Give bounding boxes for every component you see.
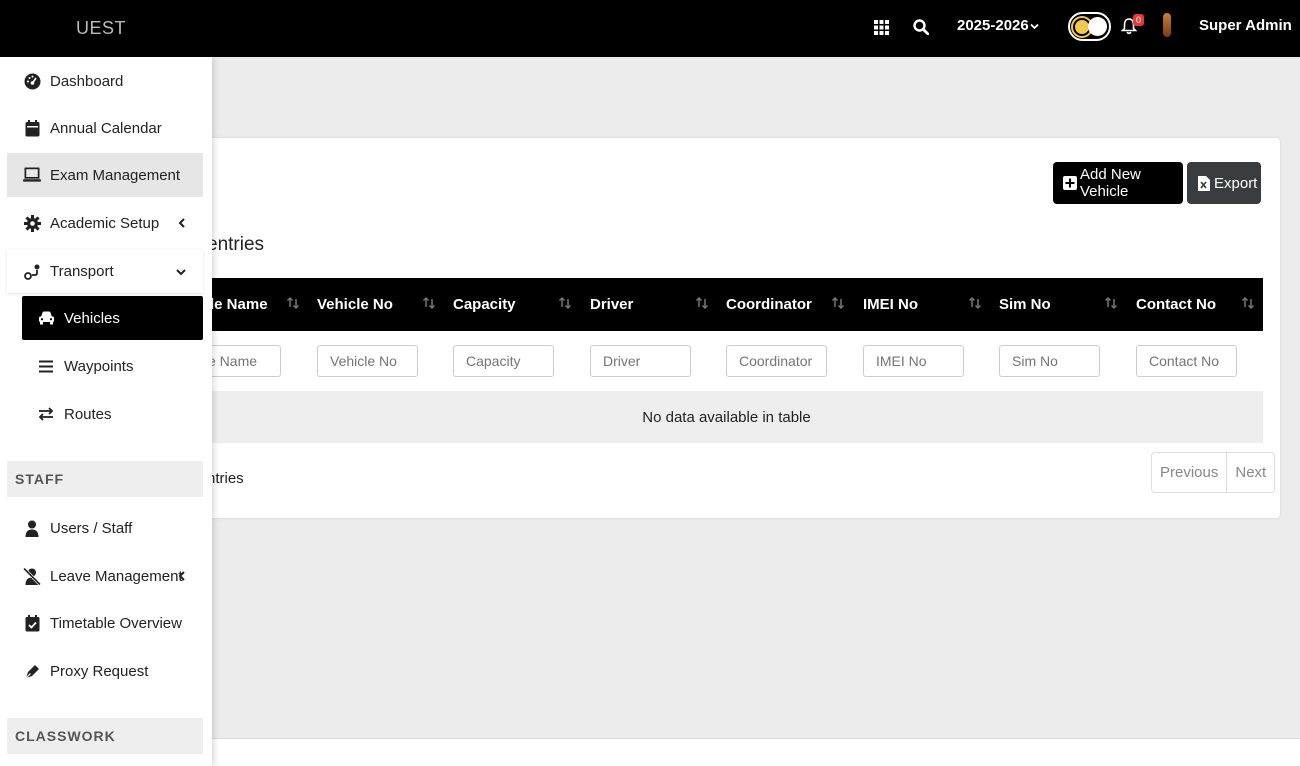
search-icon[interactable] — [911, 17, 931, 37]
sidebar: Dashboard Annual Calendar Exam Managemen… — [0, 57, 212, 766]
sidebar-item-routes[interactable]: Routes — [22, 392, 203, 436]
sort-icon[interactable] — [286, 296, 300, 315]
plus-square-icon — [1063, 176, 1077, 190]
sidebar-item-exam-management[interactable]: Exam Management — [7, 153, 203, 197]
exchange-icon — [37, 405, 55, 423]
vehicles-card: Add New Vehicle Export entries le Name V… — [180, 138, 1280, 518]
filter-driver-input[interactable] — [590, 345, 691, 377]
filter-vehicle-no-input[interactable] — [317, 345, 418, 377]
sort-icon[interactable] — [695, 296, 709, 315]
theme-toggle[interactable] — [1068, 12, 1111, 41]
chevron-left-icon — [177, 569, 187, 586]
filter-sim-no-input[interactable] — [999, 345, 1100, 377]
brand-logo[interactable]: UEST — [0, 0, 212, 57]
apps-grid-icon[interactable] — [871, 17, 891, 37]
empty-table-row: No data available in table — [190, 391, 1263, 443]
user-icon — [23, 519, 41, 537]
pagination: Previous Next — [1151, 452, 1276, 493]
export-button[interactable]: Export — [1187, 162, 1261, 204]
sort-icon[interactable] — [1241, 296, 1255, 315]
add-new-vehicle-button[interactable]: Add New Vehicle — [1053, 162, 1183, 204]
chevron-left-icon — [177, 216, 187, 233]
chevron-down-icon — [175, 264, 187, 281]
sidebar-item-waypoints[interactable]: Waypoints — [22, 344, 203, 388]
next-page-button[interactable]: Next — [1227, 453, 1275, 492]
avatar[interactable] — [1163, 13, 1171, 37]
column-header-driver[interactable]: Driver — [590, 278, 633, 331]
gear-icon — [23, 214, 41, 232]
section-staff: STAFF — [7, 461, 203, 497]
column-header-imei-no[interactable]: IMEI No — [863, 278, 918, 331]
previous-page-button[interactable]: Previous — [1152, 453, 1228, 492]
sidebar-item-vehicles[interactable]: Vehicles — [22, 296, 203, 340]
laptop-icon — [23, 166, 41, 184]
column-header-coordinator[interactable]: Coordinator — [726, 278, 812, 331]
user-slash-icon — [23, 567, 41, 585]
filter-contact-no-input[interactable] — [1136, 345, 1237, 377]
toggle-knob — [1088, 17, 1107, 36]
chevron-down-icon[interactable] — [1029, 19, 1040, 37]
sidebar-item-transport[interactable]: Transport — [7, 249, 203, 293]
sidebar-item-proxy-request[interactable]: Proxy Request — [7, 649, 203, 693]
file-excel-icon — [1197, 175, 1211, 191]
filter-capacity-input[interactable] — [453, 345, 554, 377]
column-header-sim-no[interactable]: Sim No — [999, 278, 1051, 331]
calendar-check-icon — [23, 614, 41, 632]
filter-imei-no-input[interactable] — [863, 345, 964, 377]
column-header-vehicle-name[interactable]: le Name — [210, 278, 268, 331]
section-classwork: CLASSWORK — [7, 718, 203, 754]
column-header-vehicle-no[interactable]: Vehicle No — [317, 278, 393, 331]
car-icon — [37, 309, 55, 327]
sidebar-item-users-staff[interactable]: Users / Staff — [7, 506, 203, 550]
pen-icon — [23, 662, 41, 680]
filter-coordinator-input[interactable] — [726, 345, 827, 377]
sidebar-item-academic-setup[interactable]: Academic Setup — [7, 201, 203, 245]
sidebar-item-leave-management[interactable]: Leave Management — [7, 554, 203, 598]
sidebar-item-dashboard[interactable]: Dashboard — [7, 59, 203, 103]
sort-icon[interactable] — [422, 296, 436, 315]
calendar-icon — [23, 119, 41, 137]
academic-year-select[interactable]: 2025-2026 — [957, 17, 1029, 34]
top-navbar: UEST 2025-2026 0 Super Admin — [0, 0, 1300, 57]
sort-icon[interactable] — [558, 296, 572, 315]
sort-icon[interactable] — [968, 296, 982, 315]
column-header-capacity[interactable]: Capacity — [453, 278, 516, 331]
table-header: le Name Vehicle No Capacity Driver Coord… — [190, 278, 1263, 331]
sidebar-item-timetable-overview[interactable]: Timetable Overview — [7, 601, 203, 645]
footer — [190, 738, 1300, 766]
user-name[interactable]: Super Admin — [1199, 17, 1292, 34]
sort-icon[interactable] — [1104, 296, 1118, 315]
route-icon — [23, 262, 41, 280]
gauge-icon — [23, 72, 41, 90]
entries-length-label: entries — [207, 234, 265, 255]
list-icon — [37, 357, 55, 375]
entries-info: ntries — [207, 470, 244, 487]
sidebar-item-annual-calendar[interactable]: Annual Calendar — [7, 106, 203, 150]
sort-icon[interactable] — [831, 296, 845, 315]
notification-badge: 0 — [1133, 14, 1145, 26]
column-header-contact-no[interactable]: Contact No — [1136, 278, 1216, 331]
